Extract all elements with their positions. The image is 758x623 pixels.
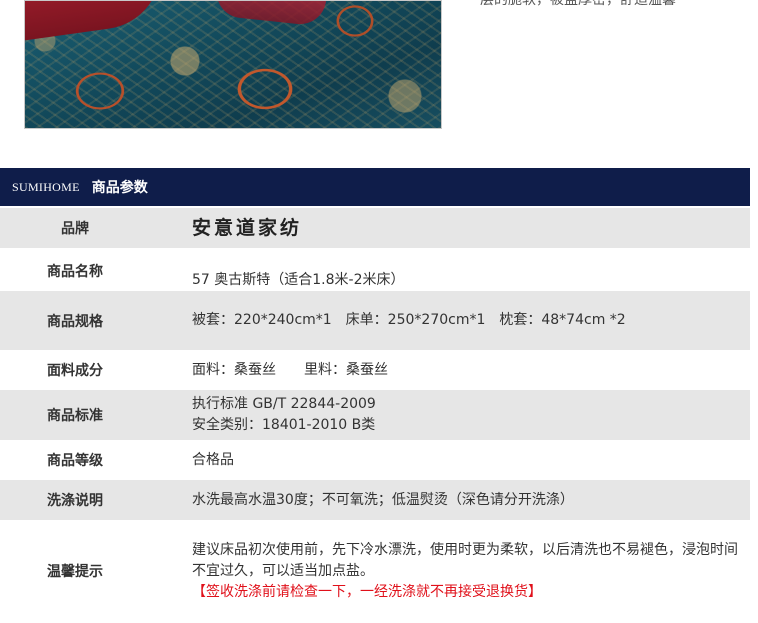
image-pillow-decoration bbox=[25, 1, 169, 42]
tips-line-2: 不宜过久，可以适当加点盐。 bbox=[192, 563, 374, 579]
param-row-standard: 商品标准 执行标准 GB/T 22844-2009 安全类别：18401-201… bbox=[0, 390, 750, 440]
product-caption: 层的脆软，被盖厚密，舒适温馨 bbox=[480, 0, 676, 8]
param-label: 品牌 bbox=[61, 221, 89, 237]
params-title: 商品参数 bbox=[91, 180, 148, 196]
param-value-spec: 被套：220*240cm*1 床单：250*270cm*1 枕套：48*74cm… bbox=[192, 312, 626, 328]
param-row-spec: 商品规格 被套：220*240cm*1 床单：250*270cm*1 枕套：48… bbox=[0, 291, 750, 350]
param-row-fabric: 面料成分 面料：桑蚕丝 里料：桑蚕丝 bbox=[0, 350, 750, 390]
param-value-standard: 执行标准 GB/T 22844-2009 安全类别：18401-2010 B类 bbox=[150, 394, 376, 436]
param-value-fabric: 面料：桑蚕丝 里料：桑蚕丝 bbox=[192, 361, 388, 378]
param-row-grade: 商品等级 合格品 bbox=[0, 440, 750, 480]
param-label: 温馨提示 bbox=[47, 564, 103, 580]
tips-warning: 【签收洗涤前请检查一下，一经洗涤就不再接受退换货】 bbox=[192, 584, 542, 600]
param-label: 商品名称 bbox=[47, 264, 103, 280]
param-value-name: 57 奥古斯特（适合1.8米-2米床） bbox=[192, 272, 405, 288]
param-row-tips: 温馨提示 建议床品初次使用前，先下冷水漂洗，使用时更为柔软，以后清洗也不易褪色，… bbox=[0, 520, 750, 623]
param-label: 商品等级 bbox=[47, 453, 103, 469]
param-row-name: 商品名称 57 奥古斯特（适合1.8米-2米床） bbox=[0, 248, 750, 290]
param-label: 洗涤说明 bbox=[47, 493, 103, 509]
param-label: 商品规格 bbox=[47, 313, 103, 330]
param-value-brand: 安意道家纺 bbox=[192, 216, 303, 239]
param-value-washing: 水洗最高水温30度；不可氧洗；低温熨烫（深色请分开洗涤） bbox=[192, 491, 574, 508]
standard-line-2: 安全类别：18401-2010 B类 bbox=[192, 417, 376, 433]
params-header: SUMIHOME 商品参数 bbox=[0, 168, 750, 206]
param-row-washing: 洗涤说明 水洗最高水温30度；不可氧洗；低温熨烫（深色请分开洗涤） bbox=[0, 480, 750, 520]
brand-english-name: SUMIHOME bbox=[12, 179, 80, 194]
standard-line-1: 执行标准 GB/T 22844-2009 bbox=[192, 396, 376, 412]
param-row-brand: 品牌 安意道家纺 bbox=[0, 208, 750, 248]
param-label: 面料成分 bbox=[47, 363, 103, 379]
param-value-grade: 合格品 bbox=[192, 451, 234, 468]
image-pillow-decoration-2 bbox=[213, 1, 327, 27]
param-value-tips: 建议床品初次使用前，先下冷水漂洗，使用时更为柔软，以后清洗也不易褪色，浸泡时间 … bbox=[150, 520, 738, 603]
param-label: 商品标准 bbox=[47, 408, 103, 424]
tips-line-1: 建议床品初次使用前，先下冷水漂洗，使用时更为柔软，以后清洗也不易褪色，浸泡时间 bbox=[192, 542, 738, 558]
product-image bbox=[24, 0, 442, 129]
